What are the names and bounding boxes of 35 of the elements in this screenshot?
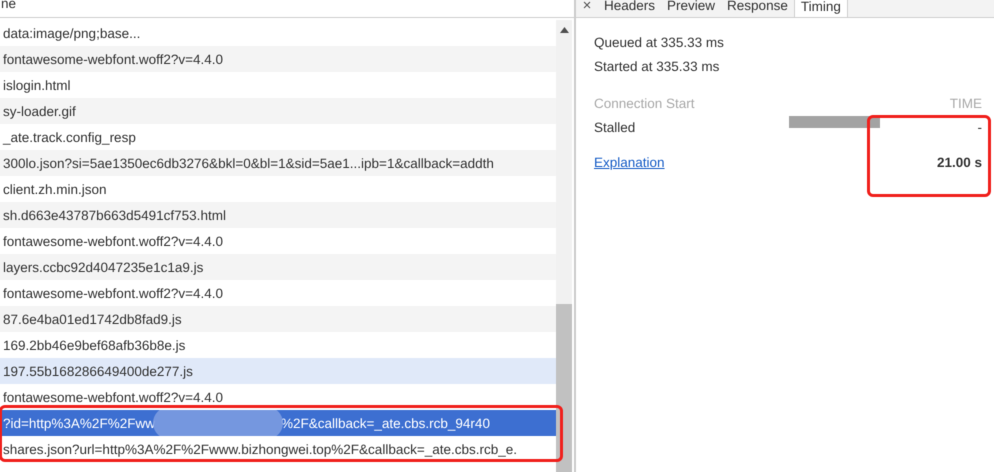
request-name: ?id=http%3A%2F%2Fww — [3, 416, 155, 430]
request-row[interactable]: 300lo.json?si=5ae1350ec6db3276&bkl=0&bl=1&sid=5ae1...ipb=1&callback=addth — [0, 150, 556, 176]
started-time: Started at 335.33 ms — [594, 58, 720, 76]
request-row[interactable]: data:image/png;base... — [0, 20, 556, 46]
request-row[interactable]: fontawesome-webfont.woff2?v=4.4.0 — [0, 46, 556, 72]
request-row[interactable]: ?id=http%3A%2F%2Fww %2F&callback=_ate.cbs.rcb_94r40 — [0, 410, 556, 436]
scroll-up-icon[interactable] — [560, 27, 568, 33]
request-row[interactable]: _ate.track.config_resp — [0, 124, 556, 150]
queued-time: Queued at 335.33 ms — [594, 34, 725, 52]
total-time: 21.00 s — [936, 154, 982, 170]
request-row[interactable]: 87.6e4ba01ed1742db8fad9.js — [0, 306, 556, 332]
close-icon[interactable]: × — [576, 0, 598, 13]
tab[interactable]: Response — [721, 0, 794, 17]
request-row[interactable]: islogin.html — [0, 72, 556, 98]
request-row[interactable]: fontawesome-webfont.woff2?v=4.4.0 — [0, 384, 556, 410]
request-row[interactable]: 197.55b168286649400de277.js — [0, 358, 556, 384]
section-label: Connection Start — [594, 96, 695, 110]
request-row[interactable]: layers.ccbc92d4047235e1c1a9.js — [0, 254, 556, 280]
phase-name: Stalled — [594, 120, 636, 134]
request-row[interactable]: client.zh.min.json — [0, 176, 556, 202]
phase-time: - — [976, 120, 982, 134]
request-row[interactable]: shares.json?url=http%3A%2F%2Fwww.bizhongwei.top%2F&callback=_ate.cbs.rcb_e. — [0, 436, 556, 462]
tab[interactable]: Preview — [661, 0, 722, 17]
request-name: %2F&callback=_ate.cbs.rcb_94r40 — [280, 416, 490, 430]
request-row[interactable]: fontawesome-webfont.woff2?v=4.4.0 — [0, 280, 556, 306]
request-row[interactable]: fontawesome-webfont.woff2?v=4.4.0 — [0, 228, 556, 254]
column-label: TIME — [950, 96, 982, 110]
scrollbar[interactable] — [556, 20, 572, 472]
request-row[interactable]: 169.2bb46e9bef68afb36b8e.js — [0, 332, 556, 358]
request-row[interactable]: sy-loader.gif — [0, 98, 556, 124]
tab[interactable]: Headers — [598, 0, 662, 17]
column-header[interactable]: ne — [0, 0, 16, 11]
request-row[interactable]: sh.d663e43787b663d5491cf753.html — [0, 202, 556, 228]
tab[interactable]: Timing — [794, 0, 848, 17]
explanation-link[interactable]: Explanation — [594, 154, 665, 170]
